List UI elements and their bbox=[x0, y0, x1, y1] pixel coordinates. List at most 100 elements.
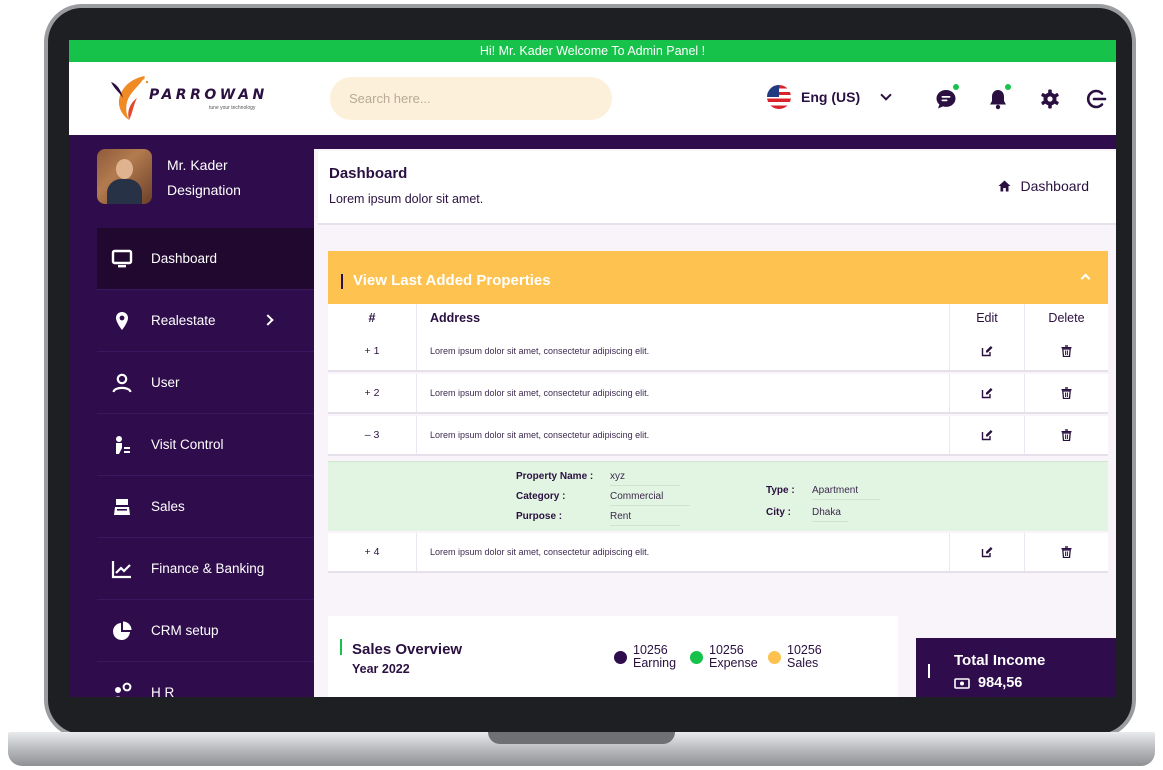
row-expand-toggle[interactable]: + 4 bbox=[328, 533, 417, 571]
home-icon bbox=[998, 180, 1010, 192]
city-label: City : bbox=[766, 507, 791, 518]
user-designation: Designation bbox=[167, 182, 241, 198]
page-subtitle: Lorem ipsum dolor sit amet. bbox=[329, 192, 484, 206]
purpose-value: Rent bbox=[610, 511, 680, 526]
sidebar-item-label: Dashboard bbox=[151, 251, 218, 266]
sidebar-item-label: User bbox=[151, 375, 180, 390]
table-row: + 2 Lorem ipsum dolor sit amet, consecte… bbox=[328, 374, 1108, 414]
chevron-right-icon bbox=[262, 314, 274, 326]
cash-icon bbox=[954, 677, 970, 689]
us-flag-icon bbox=[767, 85, 791, 109]
sidebar-item-user[interactable]: User bbox=[97, 352, 314, 414]
delete-button[interactable] bbox=[1025, 332, 1108, 370]
brand-tagline: tune your technology bbox=[209, 105, 256, 111]
property-name-label: Property Name : bbox=[516, 471, 594, 482]
chevron-down-icon bbox=[880, 89, 892, 101]
trash-icon bbox=[1061, 546, 1072, 558]
purpose-label: Purpose : bbox=[516, 511, 563, 522]
sidebar-item-label: Visit Control bbox=[151, 437, 224, 452]
properties-card-header[interactable]: View Last Added Properties bbox=[328, 251, 1108, 304]
page-title: Dashboard bbox=[329, 165, 408, 182]
brand-logo[interactable]: PARROWAN tune your technology bbox=[107, 72, 277, 122]
bell-icon bbox=[990, 90, 1006, 110]
table-row: + 4 Lorem ipsum dolor sit amet, consecte… bbox=[328, 533, 1108, 573]
bell-notification-dot bbox=[1005, 84, 1011, 90]
location-pin-icon bbox=[111, 310, 133, 332]
chat-button[interactable] bbox=[935, 84, 959, 110]
sidebar-item-sales[interactable]: Sales bbox=[97, 476, 314, 538]
delete-button[interactable] bbox=[1025, 416, 1108, 454]
sales-overview-card: Sales Overview Year 2022 10256 Earning 10… bbox=[328, 616, 898, 697]
sidebar-item-hr[interactable]: H R bbox=[97, 662, 314, 697]
language-selector[interactable]: Eng (US) bbox=[767, 84, 892, 110]
edit-button[interactable] bbox=[950, 374, 1025, 412]
column-header-address: Address bbox=[417, 304, 950, 332]
sidebar: Mr. Kader Designation Dashboard Realesta… bbox=[69, 149, 314, 697]
row-address: Lorem ipsum dolor sit amet, consectetur … bbox=[417, 416, 950, 454]
sales-overview-year: Year 2022 bbox=[352, 662, 410, 676]
chat-notification-dot bbox=[953, 84, 959, 90]
type-label: Type : bbox=[766, 485, 795, 496]
logout-icon bbox=[1086, 89, 1107, 109]
chevron-up-icon[interactable] bbox=[1080, 273, 1091, 284]
column-header-num: # bbox=[328, 304, 417, 332]
hr-users-icon bbox=[111, 682, 133, 697]
edit-icon bbox=[981, 430, 993, 441]
logout-button[interactable] bbox=[1085, 88, 1107, 110]
sidebar-item-visit-control[interactable]: Visit Control bbox=[97, 414, 314, 476]
sidebar-item-label: CRM setup bbox=[151, 623, 219, 638]
sales-icon bbox=[111, 496, 133, 518]
row-collapse-toggle[interactable]: – 3 bbox=[328, 416, 417, 454]
sales-overview-title: Sales Overview bbox=[352, 641, 463, 658]
sidebar-item-realestate[interactable]: Realestate bbox=[97, 290, 314, 352]
legend-item-earning: 10256 Earning bbox=[614, 644, 676, 670]
delete-button[interactable] bbox=[1025, 533, 1108, 571]
sidebar-item-label: H R bbox=[151, 685, 175, 697]
edit-button[interactable] bbox=[950, 332, 1025, 370]
sidebar-item-crm-setup[interactable]: CRM setup bbox=[97, 600, 314, 662]
column-header-delete: Delete bbox=[1048, 311, 1085, 325]
edit-button[interactable] bbox=[950, 533, 1025, 571]
chat-icon bbox=[936, 90, 956, 109]
edit-icon bbox=[981, 346, 993, 357]
settings-button[interactable] bbox=[1039, 88, 1061, 110]
user-name: Mr. Kader bbox=[167, 157, 228, 173]
sidebar-item-finance-banking[interactable]: Finance & Banking bbox=[97, 538, 314, 600]
sidebar-item-dashboard[interactable]: Dashboard bbox=[97, 228, 314, 290]
sidebar-menu: Dashboard Realestate User Visit Control … bbox=[97, 228, 314, 697]
page-header: Dashboard Lorem ipsum dolor sit amet. Da… bbox=[318, 151, 1116, 225]
sidebar-item-label: Sales bbox=[151, 499, 185, 514]
properties-card-title: View Last Added Properties bbox=[353, 272, 551, 289]
pie-chart-icon bbox=[111, 620, 133, 642]
row-expand-toggle[interactable]: + 2 bbox=[328, 374, 417, 412]
laptop-screen: Hi! Mr. Kader Welcome To Admin Panel ! P… bbox=[69, 40, 1116, 697]
header-divider-bar bbox=[69, 135, 1116, 149]
total-income-card: Total Income 984,56 bbox=[916, 638, 1116, 697]
breadcrumb[interactable]: Dashboard bbox=[998, 178, 1089, 194]
edit-button[interactable] bbox=[950, 416, 1025, 454]
language-label: Eng (US) bbox=[801, 89, 861, 105]
row-address: Lorem ipsum dolor sit amet, consectetur … bbox=[417, 374, 950, 412]
delete-button[interactable] bbox=[1025, 374, 1108, 412]
category-label: Category : bbox=[516, 491, 566, 502]
row-expand-toggle[interactable]: + 1 bbox=[328, 332, 417, 370]
visit-control-icon bbox=[111, 434, 133, 456]
edit-icon bbox=[981, 388, 993, 399]
property-detail-panel: Property Name : xyz Category : Commercia… bbox=[328, 461, 1108, 531]
user-profile[interactable]: Mr. Kader Designation bbox=[97, 149, 307, 209]
sidebar-item-label: Finance & Banking bbox=[151, 561, 265, 576]
type-value: Apartment bbox=[812, 485, 880, 500]
search-input[interactable] bbox=[330, 77, 612, 120]
row-address: Lorem ipsum dolor sit amet, consectetur … bbox=[417, 332, 950, 370]
gear-icon bbox=[1041, 89, 1059, 109]
table-row: + 1 Lorem ipsum dolor sit amet, consecte… bbox=[328, 332, 1108, 372]
table-row: – 3 Lorem ipsum dolor sit amet, consecte… bbox=[328, 416, 1108, 456]
parrot-logo-icon bbox=[111, 76, 149, 120]
notifications-button[interactable] bbox=[987, 84, 1011, 110]
total-income-title: Total Income bbox=[954, 652, 1046, 669]
total-income-value: 984,56 bbox=[978, 675, 1023, 691]
city-value: Dhaka bbox=[812, 507, 848, 522]
user-icon bbox=[111, 372, 133, 394]
laptop-notch bbox=[488, 732, 675, 744]
trash-icon bbox=[1061, 429, 1072, 441]
